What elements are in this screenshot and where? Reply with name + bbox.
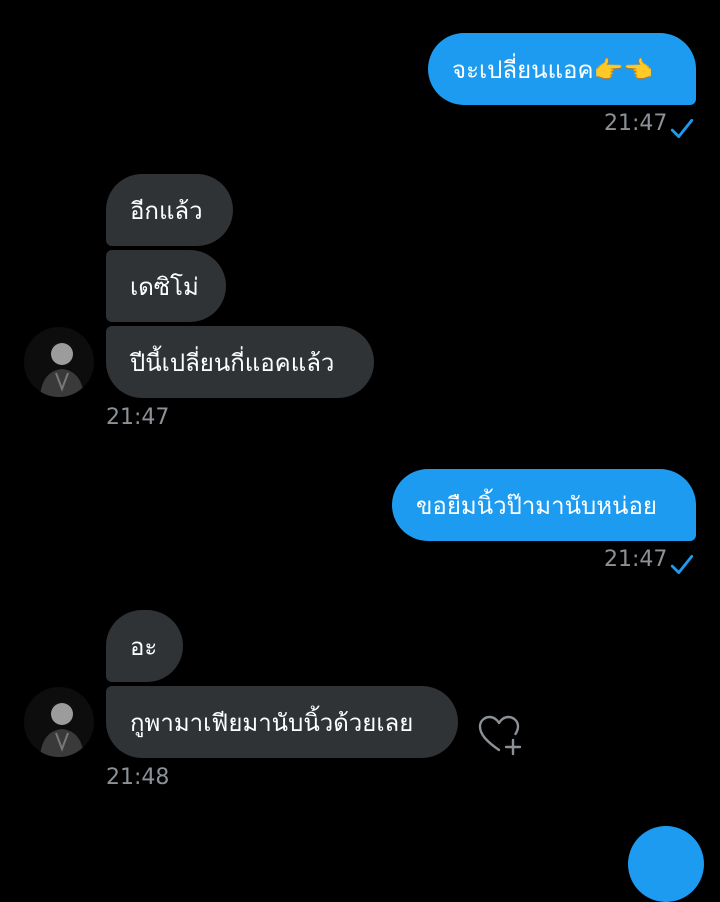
check-icon — [670, 554, 694, 574]
message-text: ปีนี้เปลี่ยนกี่แอคแล้ว — [130, 348, 335, 377]
heart-plus-icon[interactable] — [476, 712, 524, 760]
message-text: เดซิโม่ — [130, 272, 199, 301]
check-icon — [670, 118, 694, 138]
incoming-message-bubble[interactable]: เดซิโม่ — [106, 250, 226, 322]
user-avatar[interactable] — [24, 327, 94, 397]
incoming-message-bubble[interactable]: ปีนี้เปลี่ยนกี่แอคแล้ว — [106, 326, 374, 398]
avatar-image — [24, 327, 94, 397]
outgoing-message-bubble[interactable]: ขอยืมนิ้วป๊ามานับหน่อย — [392, 469, 696, 541]
message-text: กูพามาเฟียมานับนิ้วด้วยเลย — [130, 708, 414, 737]
user-avatar[interactable] — [24, 687, 94, 757]
message-text: อีกแล้ว — [130, 196, 203, 225]
message-timestamp: 21:48 — [106, 765, 170, 790]
message-timestamp: 21:47 — [604, 547, 668, 572]
message-text: จะเปลี่ยนแอค👉👈 — [452, 55, 654, 84]
compose-button[interactable] — [628, 826, 704, 902]
outgoing-message-bubble[interactable]: จะเปลี่ยนแอค👉👈 — [428, 33, 696, 105]
avatar-image — [24, 687, 94, 757]
incoming-message-bubble[interactable]: อะ — [106, 610, 183, 682]
message-text: ขอยืมนิ้วป๊ามานับหน่อย — [416, 491, 657, 520]
incoming-message-bubble[interactable]: กูพามาเฟียมานับนิ้วด้วยเลย — [106, 686, 458, 758]
incoming-message-bubble[interactable]: อีกแล้ว — [106, 174, 233, 246]
message-timestamp: 21:47 — [604, 111, 668, 136]
message-text: อะ — [130, 632, 158, 661]
message-timestamp: 21:47 — [106, 405, 170, 430]
